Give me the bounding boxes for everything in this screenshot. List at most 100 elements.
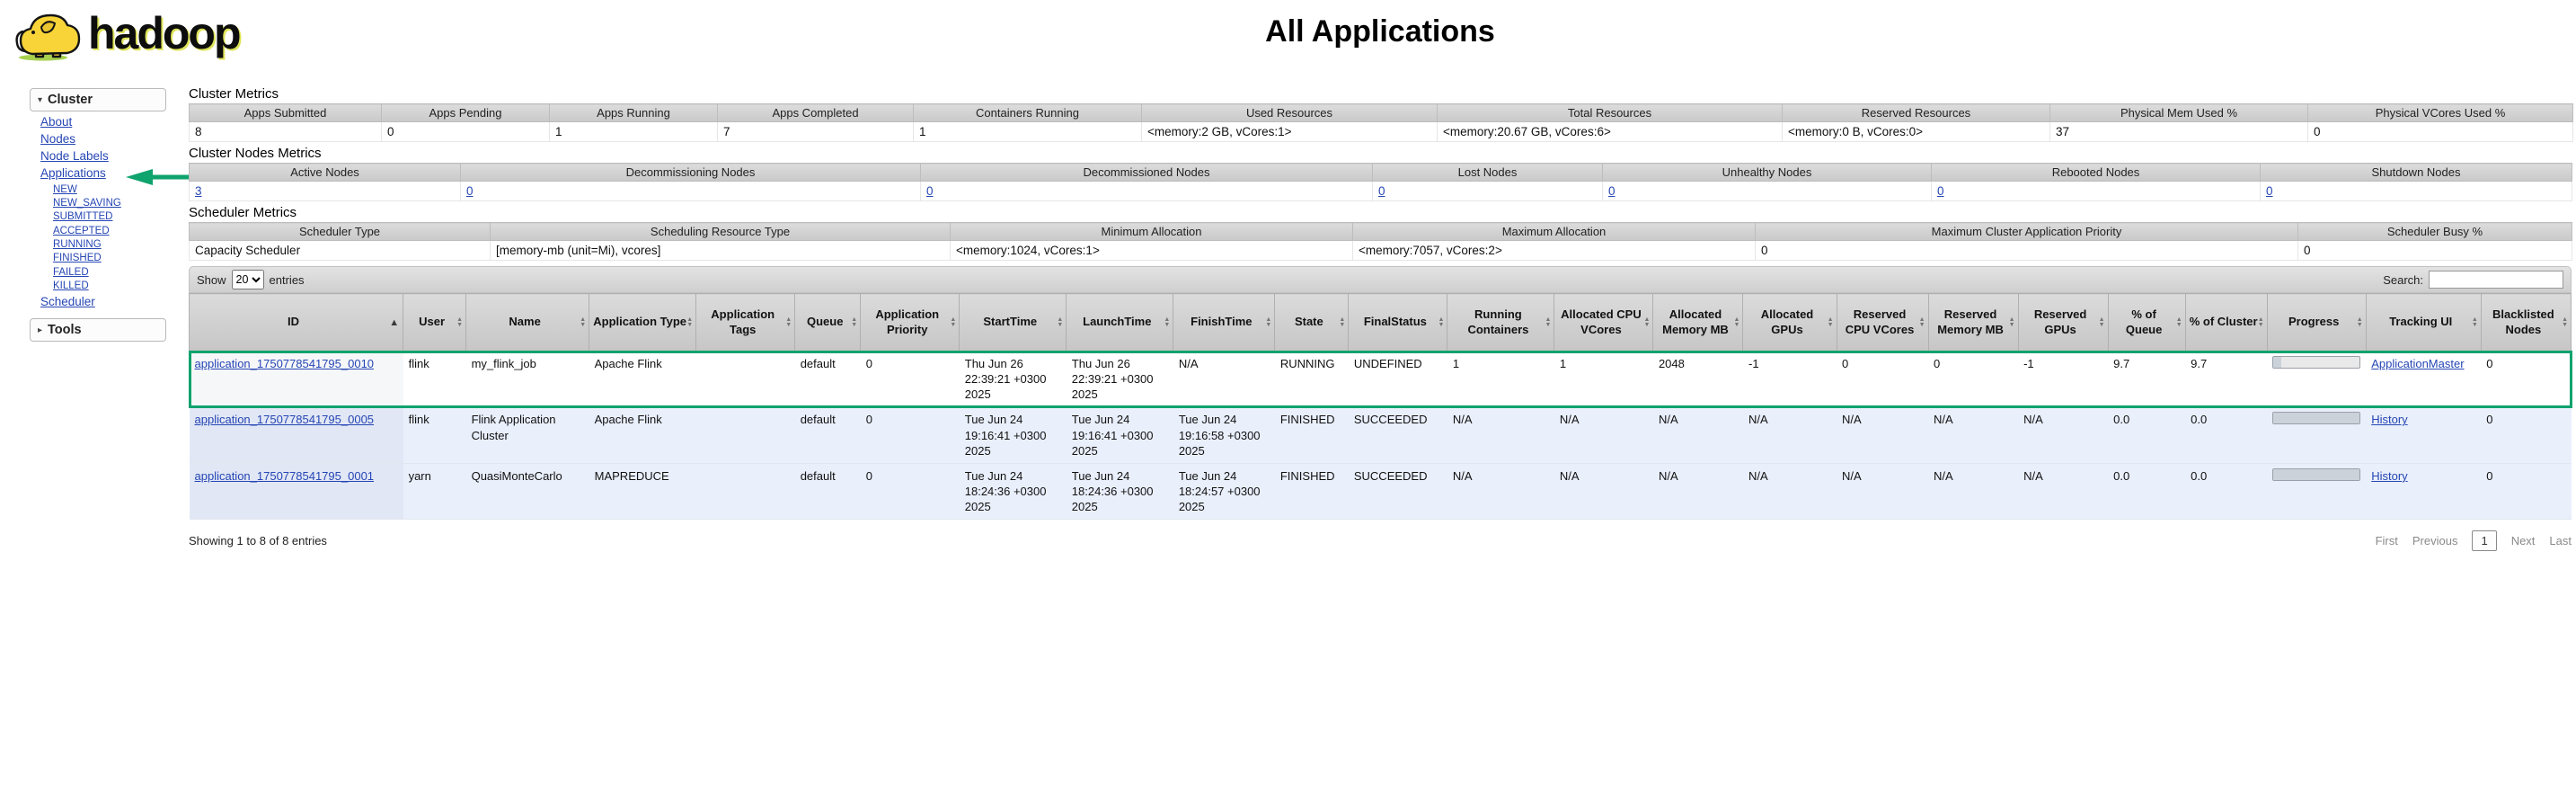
- col-header-user[interactable]: User▲▼: [403, 294, 466, 352]
- blacklisted-nodes-cell: 0: [2481, 352, 2571, 407]
- page-btn-last[interactable]: Last: [2549, 534, 2572, 547]
- running-containers-cell: N/A: [1447, 407, 1554, 463]
- show-label: Show: [197, 273, 226, 287]
- app-states-wrapper: NEW NEW_SAVING SUBMITTED ACCEPTED RUNNING FIN…: [40, 183, 166, 293]
- showing-entries-text: Showing 1 to 8 of 8 entries: [189, 534, 327, 547]
- metric-value-decommissioning-nodes: 0: [461, 182, 921, 201]
- sort-icons: ▲▼: [2357, 317, 2363, 328]
- metric-value-maximum-cluster-application-priority: 0: [1756, 241, 2298, 261]
- metric-value-apps-completed: 7: [718, 122, 914, 142]
- of-cluster-cell: 0.0: [2185, 407, 2267, 463]
- page-btn-next[interactable]: Next: [2511, 534, 2536, 547]
- metric-col-total-resources: Total Resources: [1438, 104, 1783, 122]
- sidebar-item-about: About: [40, 115, 166, 130]
- sort-icons: ▲▼: [2562, 317, 2568, 328]
- sidebar-link-applications[interactable]: Applications: [40, 166, 106, 180]
- col-header-finalstatus[interactable]: FinalStatus▲▼: [1349, 294, 1447, 352]
- sidebar-section-tools[interactable]: ▸ Tools: [30, 318, 166, 342]
- col-header-id[interactable]: ID▲: [190, 294, 403, 352]
- tracking-ui-link[interactable]: ApplicationMaster: [2371, 357, 2464, 370]
- metric-value-apps-pending: 0: [382, 122, 550, 142]
- col-header-state[interactable]: State▲▼: [1275, 294, 1349, 352]
- col-header-finishtime[interactable]: FinishTime ▲▼: [1173, 294, 1275, 352]
- col-header-label: Application Type: [593, 315, 686, 328]
- col-header-queue[interactable]: Queue▲▼: [795, 294, 861, 352]
- col-header-application-tags[interactable]: Application Tags▲▼: [696, 294, 795, 352]
- col-header-launchtime[interactable]: LaunchTime▲▼: [1067, 294, 1173, 352]
- sidebar-link-submitted[interactable]: SUBMITTED: [53, 211, 112, 222]
- col-header-starttime[interactable]: StartTime▲▼: [960, 294, 1067, 352]
- state-cell: FINISHED: [1275, 407, 1349, 463]
- reserved-gpus-cell: N/A: [2018, 407, 2108, 463]
- col-header-allocated-memory-mb[interactable]: Allocated Memory MB▲▼: [1653, 294, 1743, 352]
- sidebar-link-nodes[interactable]: Nodes: [40, 132, 75, 146]
- accordion-expanded-icon: ▾: [38, 95, 42, 105]
- sidebar-item-accepted: ACCEPTED: [53, 225, 166, 237]
- tracking-ui-link[interactable]: History: [2371, 469, 2407, 483]
- tracking-ui-link[interactable]: History: [2371, 413, 2407, 426]
- allocated-cpu-vcores-cell: 1: [1554, 352, 1653, 407]
- sort-icons: ▲▼: [1438, 317, 1444, 328]
- sidebar-link-killed[interactable]: KILLED: [53, 280, 89, 291]
- metric-link-decommissioned-nodes[interactable]: 0: [926, 184, 934, 198]
- sidebar-link-running[interactable]: RUNNING: [53, 239, 102, 250]
- reserved-gpus-cell: -1: [2018, 352, 2108, 407]
- search-input[interactable]: [2429, 271, 2563, 289]
- col-header-reserved-memory-mb[interactable]: Reserved Memory MB▲▼: [1928, 294, 2018, 352]
- metric-col-minimum-allocation: Minimum Allocation: [951, 223, 1353, 241]
- sidebar-item-scheduler: Scheduler: [40, 295, 166, 310]
- page-btn-first[interactable]: First: [2376, 534, 2398, 547]
- page-size-select[interactable]: 20: [232, 270, 264, 289]
- sidebar: ▾ Cluster About Nodes Node Labels Applicati…: [30, 88, 166, 342]
- metric-link-shutdown-nodes[interactable]: 0: [2266, 184, 2273, 198]
- col-header-of-queue[interactable]: % of Queue▲▼: [2108, 294, 2185, 352]
- col-header-label: Queue: [807, 315, 843, 328]
- sidebar-link-node-labels[interactable]: Node Labels: [40, 149, 109, 163]
- metric-link-unhealthy-nodes[interactable]: 0: [1608, 184, 1616, 198]
- col-header-application-type[interactable]: Application Type▲▼: [589, 294, 696, 352]
- sidebar-section-cluster[interactable]: ▾ Cluster: [30, 88, 166, 111]
- col-header-blacklisted-nodes[interactable]: Blacklisted Nodes ▲▼: [2481, 294, 2571, 352]
- metric-link-rebooted-nodes[interactable]: 0: [1937, 184, 1944, 198]
- sidebar-item-killed: KILLED: [53, 280, 166, 292]
- metric-col-physical-mem-used: Physical Mem Used %: [2050, 104, 2308, 122]
- sort-icons: ▲▼: [1265, 317, 1271, 328]
- sort-ascending-icon: ▲: [389, 316, 399, 328]
- sidebar-link-failed[interactable]: FAILED: [53, 267, 89, 278]
- id-link[interactable]: application_1750778541795_0005: [195, 413, 375, 426]
- col-header-name[interactable]: Name▲▼: [466, 294, 589, 352]
- col-header-label: Allocated CPU VCores: [1561, 307, 1642, 336]
- metrics-value-row: 80171<memory:2 GB, vCores:1><memory:20.6…: [190, 122, 2573, 142]
- col-header-running-containers[interactable]: Running Containers▲▼: [1447, 294, 1554, 352]
- sort-icons: ▲▼: [1057, 317, 1063, 328]
- sidebar-link-new-saving[interactable]: NEW_SAVING: [53, 198, 121, 209]
- metric-link-active-nodes[interactable]: 3: [195, 184, 202, 198]
- hadoop-elephant-icon: [14, 5, 84, 61]
- id-link[interactable]: application_1750778541795_0010: [195, 357, 375, 370]
- name-cell: QuasiMonteCarlo: [466, 463, 589, 519]
- sidebar-link-new[interactable]: NEW: [53, 184, 77, 195]
- of-queue-cell: 0.0: [2108, 407, 2185, 463]
- sidebar-link-accepted[interactable]: ACCEPTED: [53, 226, 110, 236]
- col-header-label: Tracking UI: [2389, 315, 2452, 328]
- metric-value-containers-running: 1: [914, 122, 1142, 142]
- sidebar-link-about[interactable]: About: [40, 115, 72, 129]
- col-header-allocated-gpus[interactable]: Allocated GPUs▲▼: [1743, 294, 1837, 352]
- page-size-control: Show 20 entries: [197, 270, 305, 289]
- metric-link-decommissioning-nodes[interactable]: 0: [466, 184, 474, 198]
- col-header-label: FinishTime: [1191, 315, 1252, 328]
- col-header-reserved-gpus[interactable]: Reserved GPUs▲▼: [2018, 294, 2108, 352]
- col-header-allocated-cpu-vcores[interactable]: Allocated CPU VCores▲▼: [1554, 294, 1653, 352]
- col-header-progress[interactable]: Progress▲▼: [2267, 294, 2366, 352]
- col-header-reserved-cpu-vcores[interactable]: Reserved CPU VCores▲▼: [1837, 294, 1928, 352]
- id-link[interactable]: application_1750778541795_0001: [195, 469, 375, 483]
- col-header-tracking-ui[interactable]: Tracking UI▲▼: [2366, 294, 2481, 352]
- col-header-application-priority[interactable]: Application Priority▲▼: [861, 294, 960, 352]
- sidebar-link-scheduler[interactable]: Scheduler: [40, 295, 95, 308]
- page-btn-previous[interactable]: Previous: [2412, 534, 2458, 547]
- metric-link-lost-nodes[interactable]: 0: [1378, 184, 1385, 198]
- col-header-label: Blacklisted Nodes: [2492, 307, 2554, 336]
- sidebar-link-finished[interactable]: FINISHED: [53, 253, 102, 263]
- col-header-of-cluster[interactable]: % of Cluster▲▼: [2185, 294, 2267, 352]
- page-number-current[interactable]: 1: [2472, 530, 2496, 551]
